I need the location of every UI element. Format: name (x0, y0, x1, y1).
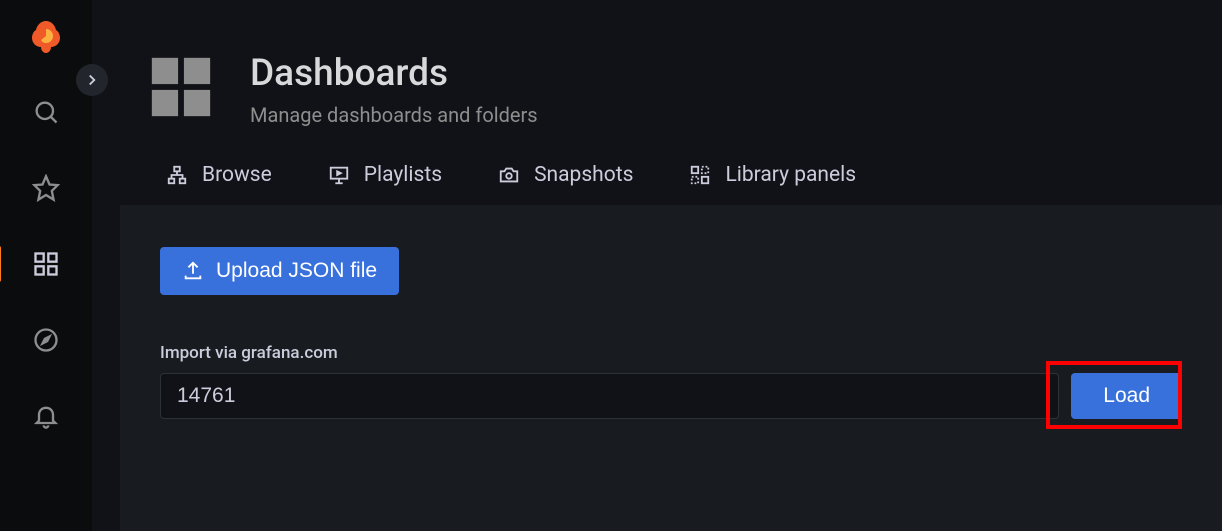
tab-browse[interactable]: Browse (166, 163, 272, 187)
star-icon (32, 174, 60, 202)
tab-label: Browse (202, 163, 272, 187)
camera-icon (498, 164, 520, 186)
tab-library-panels[interactable]: Library panels (689, 163, 856, 187)
tabs-bar: Browse Playlists Snapshots Library panel… (92, 127, 1222, 187)
nav-dashboards[interactable] (24, 242, 68, 286)
library-panel-icon (689, 164, 711, 186)
dashboard-grid-icon (32, 250, 60, 278)
main-content: Dashboards Manage dashboards and folders… (92, 0, 1222, 531)
sidebar (0, 0, 92, 531)
upload-json-button[interactable]: Upload JSON file (160, 247, 399, 295)
chevron-right-icon (83, 71, 101, 89)
tab-label: Snapshots (534, 163, 633, 187)
tab-label: Library panels (725, 163, 856, 187)
nav-search[interactable] (24, 90, 68, 134)
compass-icon (32, 326, 60, 354)
tab-label: Playlists (364, 163, 442, 187)
upload-icon (182, 260, 204, 282)
tab-snapshots[interactable]: Snapshots (498, 163, 633, 187)
expand-sidebar-button[interactable] (76, 64, 108, 96)
nav-explore[interactable] (24, 318, 68, 362)
sitemap-icon (166, 164, 188, 186)
dashboard-grid-icon (146, 52, 216, 122)
nav-alerting[interactable] (24, 394, 68, 438)
upload-json-label: Upload JSON file (216, 259, 377, 283)
search-icon (32, 98, 60, 126)
tab-playlists[interactable]: Playlists (328, 163, 442, 187)
import-field-label: Import via grafana.com (160, 343, 1182, 363)
import-id-input[interactable] (160, 373, 1059, 419)
nav-starred[interactable] (24, 166, 68, 210)
import-panel: Upload JSON file Import via grafana.com … (120, 205, 1222, 531)
page-subtitle: Manage dashboards and folders (250, 103, 538, 127)
bell-icon (32, 402, 60, 430)
page-title: Dashboards (250, 52, 538, 95)
page-header-icon (146, 52, 216, 126)
import-via-grafana-field: Import via grafana.com Load (160, 343, 1182, 419)
grafana-logo[interactable] (26, 18, 66, 58)
load-button[interactable]: Load (1071, 373, 1182, 419)
page-header: Dashboards Manage dashboards and folders (92, 0, 1222, 127)
presentation-icon (328, 164, 350, 186)
